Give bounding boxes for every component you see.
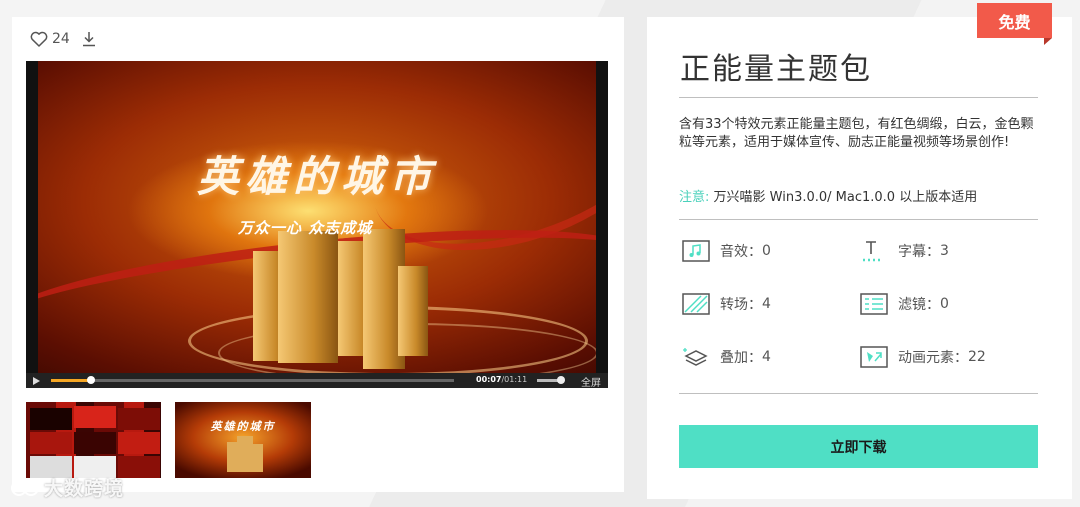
building: [237, 436, 253, 472]
product-title: 正能量主题包: [680, 52, 872, 87]
thumb-title: 英雄的城市: [210, 420, 276, 433]
video-frame[interactable]: 英雄的城市 万众一心 众志成城: [38, 61, 596, 373]
download-button[interactable]: 立即下载: [679, 425, 1038, 468]
feature-label: 叠加：: [720, 350, 762, 366]
feature-subtitles: 字幕： 3: [860, 240, 949, 262]
building: [398, 266, 428, 356]
feature-value: 3: [940, 243, 949, 259]
music-icon: [682, 240, 710, 262]
heart-icon[interactable]: [30, 31, 48, 47]
feature-label: 动画元素：: [898, 350, 968, 366]
watermark: 大数跨境: [10, 474, 124, 501]
divider: [679, 97, 1038, 98]
video-title-text: 英雄的城市: [196, 152, 437, 201]
feature-label: 音效：: [720, 244, 762, 260]
feature-value: 4: [762, 349, 771, 365]
thumbnail-1[interactable]: [26, 402, 161, 478]
feature-overlays: 叠加： 4: [682, 346, 771, 368]
transition-icon: [682, 293, 710, 315]
preview-toolbar: 24: [30, 30, 96, 48]
thumb-cell: [118, 408, 160, 430]
video-player[interactable]: 英雄的城市 万众一心 众志成城 00:07/01:11 全屏: [26, 61, 608, 389]
divider: [679, 393, 1038, 394]
feature-animations: 动画元素： 22: [860, 346, 986, 368]
feature-value: 0: [940, 296, 949, 312]
building: [278, 231, 338, 363]
text-icon: [863, 241, 880, 262]
animation-icon: [860, 346, 888, 368]
thumb-cell: [74, 406, 116, 428]
feature-value: 22: [968, 349, 986, 365]
note-text: 万兴喵影 Win3.0.0/ Mac1.0.0 以上版本适用: [709, 190, 978, 205]
feature-filters: 滤镜： 0: [860, 293, 949, 315]
note-label: 注意:: [679, 190, 710, 205]
time-display: 00:07/01:11: [476, 375, 527, 384]
video-subtitle-text: 万众一心 众志成城: [238, 219, 373, 237]
free-badge: 免费: [977, 3, 1052, 45]
feature-sound: 音效： 0: [682, 240, 771, 262]
thumb-cell: [30, 408, 72, 430]
building: [253, 444, 263, 472]
feature-value: 0: [762, 243, 771, 259]
like-count: 24: [52, 31, 70, 47]
duration: /01:11: [501, 375, 528, 384]
play-icon[interactable]: [33, 376, 40, 385]
player-controls: 00:07/01:11 全屏: [26, 373, 608, 389]
overlay-icon: [683, 348, 708, 366]
thumb-cell: [118, 432, 160, 454]
progress-bar[interactable]: [51, 376, 454, 384]
watermark-logo-icon: [11, 479, 39, 496]
product-description: 含有33个特效元素正能量主题包，有红色绸缎，白云，金色颗粒等元素，适用于媒体宣传…: [679, 117, 1034, 150]
filter-icon: [860, 293, 888, 315]
feature-value: 4: [762, 296, 771, 312]
progress-handle[interactable]: [87, 376, 96, 384]
feature-label: 转场：: [720, 297, 762, 313]
thumb-cell: [30, 432, 72, 454]
download-icon[interactable]: [82, 31, 96, 47]
feature-label: 字幕：: [898, 244, 940, 260]
thumb-cell: [118, 456, 160, 478]
divider: [679, 219, 1038, 220]
watermark-text: 大数跨境: [44, 478, 125, 500]
feature-transitions: 转场： 4: [682, 293, 771, 315]
current-time: 00:07: [476, 375, 502, 384]
fullscreen-button[interactable]: 全屏: [581, 374, 601, 389]
compatibility-note: 注意: 万兴喵影 Win3.0.0/ Mac1.0.0 以上版本适用: [679, 186, 977, 205]
feature-label: 滤镜：: [898, 297, 940, 313]
thumb-cell: [74, 432, 116, 454]
thumbnail-2[interactable]: 英雄的城市: [175, 402, 311, 478]
progress-fill: [51, 379, 92, 382]
volume-icon[interactable]: [557, 376, 565, 384]
